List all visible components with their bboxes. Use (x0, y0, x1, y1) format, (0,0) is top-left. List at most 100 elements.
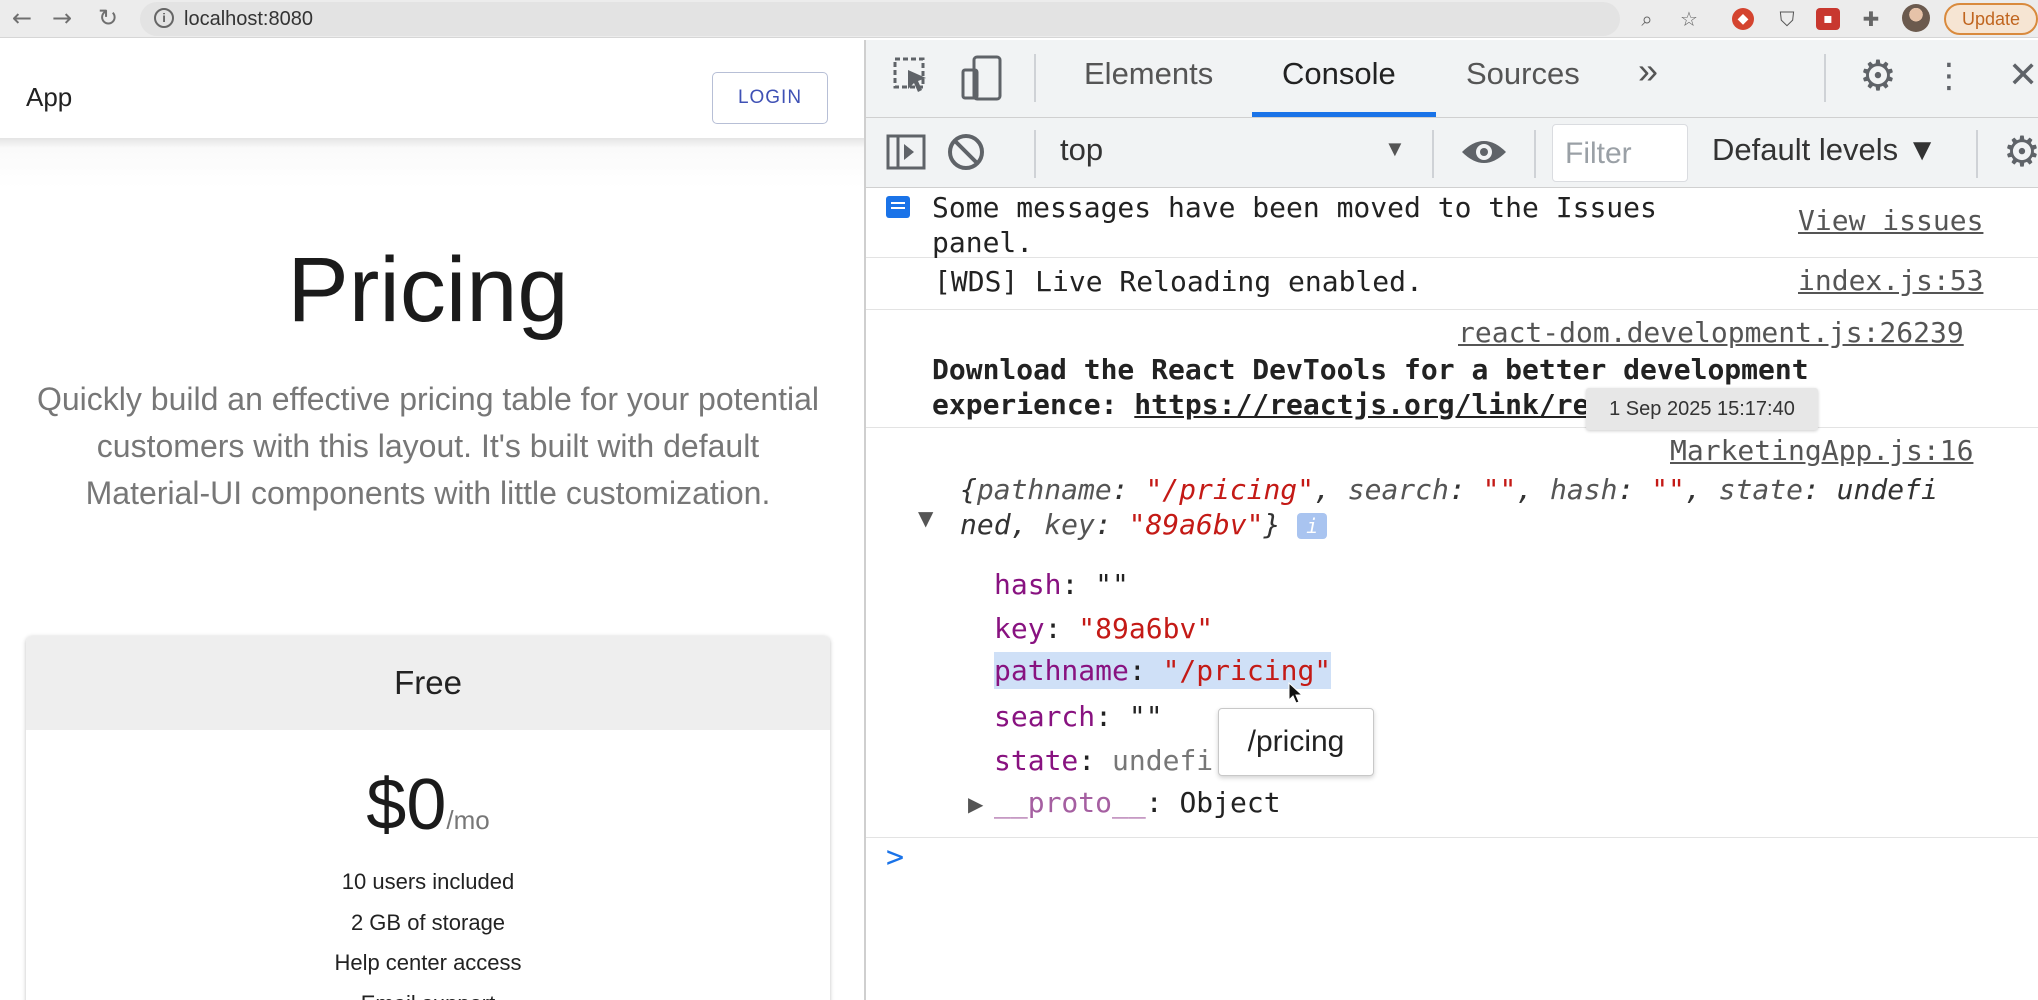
list-item: Help center access (334, 950, 522, 975)
console-message-react-devtools: react-dom.development.js:26239 Download … (866, 310, 2038, 428)
app-header: App LOGIN (0, 40, 866, 140)
prop-value: "" (1095, 568, 1129, 601)
summary-value: "89a6bv" (1128, 508, 1264, 541)
separator (1824, 54, 1826, 102)
expand-triangle-icon[interactable]: ▶ (968, 792, 983, 816)
source-link[interactable]: index.js:53 (1798, 264, 1983, 297)
mouse-cursor-icon (1288, 682, 1304, 704)
profile-avatar[interactable] (1902, 4, 1930, 32)
separator (1034, 54, 1036, 102)
settings-gear-icon[interactable]: ⚙ (1854, 52, 1902, 100)
live-expression-eye-icon[interactable] (1460, 132, 1508, 172)
timestamp-tooltip: 1 Sep 2025 15:17:40 (1586, 388, 1818, 430)
feature-list: 10 users included 2 GB of storage Help c… (26, 862, 830, 1000)
summary-value: undefi (1836, 473, 1938, 506)
value-tooltip: /pricing (1218, 708, 1374, 776)
view-issues-link[interactable]: View issues (1798, 204, 1983, 237)
message-text: panel. (932, 226, 1034, 259)
prop-key: hash (994, 568, 1062, 601)
object-prop-row[interactable]: search: "" (994, 700, 1163, 733)
summary-value: ned (960, 508, 1011, 541)
console-toolbar: top ▼ Filter Default levels ▼ ⚙ (866, 118, 2038, 188)
summary-key: search (1347, 473, 1449, 506)
chevron-down-icon[interactable]: ▼ (1384, 136, 1406, 162)
inspect-element-icon[interactable] (890, 56, 934, 100)
active-tab-indicator (1252, 112, 1436, 117)
prop-key: key (994, 612, 1045, 645)
source-link[interactable]: MarketingApp.js:16 (1670, 434, 1973, 467)
list-item: Email support (26, 984, 830, 1000)
context-selector[interactable]: top (1060, 132, 1103, 168)
expand-triangle-icon[interactable]: ▼ (918, 506, 933, 530)
separator (1534, 130, 1536, 178)
price-unit: /mo (446, 805, 490, 835)
message-prefix: experience: (932, 388, 1135, 421)
list-item: 2 GB of storage (350, 909, 506, 935)
prop-value: Object (1179, 786, 1281, 819)
back-arrow-icon[interactable]: ← (8, 4, 36, 32)
update-button[interactable]: Update (1944, 3, 2038, 35)
extension-red-icon[interactable]: ◆ (1732, 8, 1754, 30)
puzzle-extensions-icon[interactable]: ✚ (1858, 6, 1884, 32)
tab-elements[interactable]: Elements (1084, 56, 1213, 92)
app-title: App (26, 82, 73, 112)
filter-input[interactable]: Filter (1552, 124, 1688, 182)
console-message-issues: Some messages have been moved to the Iss… (866, 188, 2038, 259)
message-info-icon (886, 196, 910, 218)
tab-console[interactable]: Console (1282, 56, 1396, 92)
object-prop-row-selected[interactable]: pathname: "/pricing" (994, 652, 1332, 689)
app-page: App LOGIN Pricing Quickly build an effec… (0, 40, 866, 1000)
object-prop-row[interactable]: state: undefi (994, 744, 1213, 777)
log-levels-dropdown[interactable]: Default levels ▼ (1712, 132, 1937, 168)
devtools-panel: Elements Console Sources » ⚙ ⋮ ✕ top ▼ F… (866, 40, 2038, 1000)
address-bar[interactable]: i localhost:8080 (140, 2, 1620, 36)
prop-value: undefi (1112, 744, 1214, 777)
summary-key: pathname (976, 473, 1112, 506)
prop-key: state (994, 744, 1079, 777)
source-link[interactable]: react-dom.development.js:26239 (1458, 316, 1964, 349)
clear-console-icon[interactable] (946, 132, 986, 172)
prop-value: "" (1128, 700, 1163, 733)
object-prop-row[interactable]: hash: "" (994, 568, 1129, 601)
more-tabs-icon[interactable]: » (1638, 50, 1658, 92)
extension-square-icon[interactable]: ▪ (1816, 8, 1840, 30)
summary-value: "" (1651, 473, 1685, 506)
object-prop-row[interactable]: key: "89a6bv" (994, 612, 1213, 645)
console-settings-gear-icon[interactable]: ⚙ (1998, 128, 2038, 176)
object-summary[interactable]: {pathname: "/pricing", search: "", hash:… (960, 472, 1938, 507)
prop-value: "/pricing" (1162, 654, 1332, 687)
summary-key: state (1718, 473, 1803, 506)
separator (1034, 130, 1036, 178)
pricing-card-free: Free $0/mo 10 users included 2 GB of sto… (26, 636, 830, 1000)
device-toolbar-icon[interactable] (960, 54, 1004, 102)
object-prop-row[interactable]: ▶ __proto__: Object (968, 786, 1281, 819)
bookmark-star-icon[interactable]: ☆ (1676, 6, 1702, 32)
price-amount: $0 (366, 765, 447, 845)
card-price: $0/mo (26, 764, 830, 846)
message-text: Download the React DevTools for a better… (932, 353, 1809, 386)
summary-key: hash (1550, 473, 1618, 506)
zoom-icon[interactable]: ⌕ (1634, 6, 1660, 32)
login-button[interactable]: LOGIN (712, 72, 828, 124)
prop-value: "89a6bv" (1078, 612, 1214, 645)
info-badge-icon[interactable]: i (1297, 513, 1328, 539)
close-devtools-icon[interactable]: ✕ (2008, 52, 2038, 100)
more-options-icon[interactable]: ⋮ (1932, 52, 1966, 100)
tab-sources[interactable]: Sources (1466, 56, 1580, 92)
shield-extension-icon[interactable]: ⛉ (1774, 6, 1800, 32)
reload-icon[interactable]: ↻ (94, 4, 122, 32)
summary-key: key (1044, 508, 1095, 541)
site-info-icon[interactable]: i (154, 8, 174, 28)
card-header: Free (26, 636, 830, 730)
object-summary-cont[interactable]: ned, key: "89a6bv"} i (960, 507, 1328, 542)
forward-arrow-icon[interactable]: → (48, 4, 76, 32)
summary-value: "/pricing" (1145, 473, 1315, 506)
message-text: [WDS] Live Reloading enabled. (934, 265, 1423, 298)
show-sidebar-icon[interactable] (886, 134, 926, 170)
card-title: Free (394, 664, 462, 701)
prop-key: pathname (994, 654, 1129, 687)
page-subtitle: Quickly build an effective pricing table… (36, 381, 820, 511)
console-prompt-icon[interactable]: > (886, 840, 904, 875)
devtools-tab-bar: Elements Console Sources » ⚙ ⋮ ✕ (866, 40, 2038, 118)
prop-key: __proto__ (994, 786, 1146, 819)
